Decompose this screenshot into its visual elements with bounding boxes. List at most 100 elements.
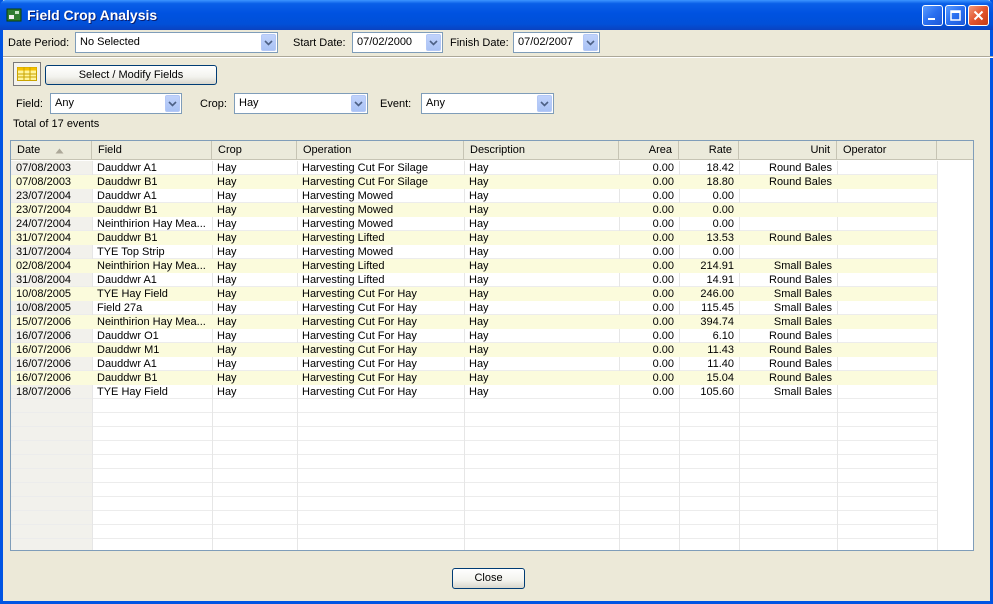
field-cell: TYE Hay Field (97, 288, 168, 300)
rate-cell: 11.43 (707, 344, 734, 356)
rate-cell: 0.00 (712, 204, 734, 216)
crop-filter-select[interactable]: Hay (234, 93, 368, 114)
chevron-down-icon[interactable] (351, 95, 366, 112)
column-header-crop[interactable]: Crop (212, 141, 297, 160)
date-cell: 31/07/2004 (16, 246, 72, 258)
unit-cell: Round Bales (769, 358, 832, 370)
column-header-operator[interactable]: Operator (837, 141, 937, 160)
unit-cell: Round Bales (769, 330, 832, 342)
column-header-unit[interactable]: Unit (739, 141, 837, 160)
area-cell: 0.00 (652, 372, 674, 384)
area-cell: 0.00 (652, 316, 674, 328)
table-body: 07/08/2003 Dauddwr A1 Hay Harvesting Cut Fo… (11, 161, 973, 550)
crop-cell: Hay (217, 260, 237, 272)
column-header-rate[interactable]: Rate (679, 141, 739, 160)
field-cell: Dauddwr O1 (97, 330, 159, 342)
close-window-button[interactable] (968, 5, 989, 26)
table-row[interactable]: 10/08/2005 Field 27a Hay Harvesting Cut For… (11, 301, 937, 315)
table-row[interactable]: 15/07/2006 Neinthirion Hay Mea... Hay Harve… (11, 315, 937, 329)
unit-cell (739, 217, 837, 231)
chevron-down-icon[interactable] (537, 95, 552, 112)
table-row[interactable]: 18/07/2006 TYE Hay Field Hay Harvesting Cut… (11, 385, 937, 399)
crop-cell: Hay (217, 330, 237, 342)
chevron-down-icon[interactable] (583, 34, 598, 51)
table-row[interactable]: 31/08/2004 Dauddwr A1 Hay Harvesting Lifted… (11, 273, 937, 287)
description-cell: Hay (469, 162, 489, 174)
event-filter-select[interactable]: Any (421, 93, 554, 114)
date-cell: 07/08/2003 (16, 162, 72, 174)
table-row[interactable]: 07/08/2003 Dauddwr B1 Hay Harvesting Cut Fo… (11, 175, 937, 189)
sort-ascending-icon (55, 148, 64, 154)
field-cell: Dauddwr M1 (97, 344, 160, 356)
maximize-button[interactable] (945, 5, 966, 26)
crop-cell: Hay (217, 190, 237, 202)
table-row[interactable]: 16/07/2006 Dauddwr B1 Hay Harvesting Cut Fo… (11, 371, 937, 385)
column-header-description[interactable]: Description (464, 141, 619, 160)
area-cell: 0.00 (652, 246, 674, 258)
table-row[interactable]: 16/07/2006 Dauddwr O1 Hay Harvesting Cut Fo… (11, 329, 937, 343)
total-events-text: Total of 17 events (13, 118, 100, 130)
table-row[interactable]: 07/08/2003 Dauddwr A1 Hay Harvesting Cut Fo… (11, 161, 937, 175)
rate-cell: 0.00 (712, 246, 734, 258)
date-cell: 24/07/2004 (16, 218, 72, 230)
table-row[interactable]: 10/08/2005 TYE Hay Field Hay Harvesting Cut… (11, 287, 937, 301)
rate-cell: 13.53 (706, 232, 734, 244)
field-cell: Dauddwr A1 (97, 190, 157, 202)
close-button[interactable]: Close (452, 568, 525, 589)
date-cell: 16/07/2006 (16, 372, 72, 384)
operator-cell (837, 273, 937, 287)
app-icon (6, 7, 22, 23)
description-cell: Hay (469, 190, 489, 202)
chevron-down-icon[interactable] (426, 34, 441, 51)
field-filter-label: Field: (16, 98, 43, 110)
app-window: Field Crop Analysis Date Period: No Sele… (0, 0, 993, 604)
description-cell: Hay (469, 330, 489, 342)
grid-view-button[interactable] (13, 62, 41, 86)
crop-cell: Hay (217, 386, 237, 398)
unit-cell (739, 189, 837, 203)
operation-cell: Harvesting Cut For Hay (302, 330, 417, 342)
column-header-operation[interactable]: Operation (297, 141, 464, 160)
chevron-down-icon[interactable] (165, 95, 180, 112)
close-icon (973, 10, 984, 21)
table-row[interactable]: 16/07/2006 Dauddwr M1 Hay Harvesting Cut Fo… (11, 343, 937, 357)
table-row[interactable]: 31/07/2004 Dauddwr B1 Hay Harvesting Lifted… (11, 231, 937, 245)
date-period-select[interactable]: No Selected (75, 32, 278, 53)
crop-cell: Hay (217, 274, 237, 286)
table-row[interactable]: 23/07/2004 Dauddwr A1 Hay Harvesting Mowed H… (11, 189, 937, 203)
column-header-field[interactable]: Field (92, 141, 212, 160)
field-cell: TYE Hay Field (97, 386, 168, 398)
finish-date-label: Finish Date: (450, 37, 509, 49)
crop-cell: Hay (217, 218, 237, 230)
unit-cell: Small Bales (773, 302, 832, 314)
table-row[interactable]: 16/07/2006 Dauddwr A1 Hay Harvesting Cut Fo… (11, 357, 937, 371)
column-header-date[interactable]: Date (11, 141, 92, 160)
finish-date-picker[interactable]: 07/02/2007 (513, 32, 600, 53)
table-row[interactable]: 02/08/2004 Neinthirion Hay Mea... Hay Harve… (11, 259, 937, 273)
field-cell: Dauddwr B1 (97, 372, 158, 384)
crop-filter-label: Crop: (200, 98, 227, 110)
operation-cell: Harvesting Cut For Hay (302, 372, 417, 384)
operator-cell (837, 371, 937, 385)
field-filter-select[interactable]: Any (50, 93, 182, 114)
table-row[interactable]: 31/07/2004 TYE Top Strip Hay Harvesting Mow… (11, 245, 937, 259)
operation-cell: Harvesting Lifted (302, 260, 385, 272)
start-date-label: Start Date: (293, 37, 346, 49)
rate-cell: 394.74 (700, 316, 734, 328)
table-row[interactable]: 24/07/2004 Neinthirion Hay Mea... Hay Harve… (11, 217, 937, 231)
table-row[interactable]: 23/07/2004 Dauddwr B1 Hay Harvesting Mowed H… (11, 203, 937, 217)
unit-cell (739, 203, 837, 217)
chevron-down-icon[interactable] (261, 34, 276, 51)
start-date-picker[interactable]: 07/02/2000 (352, 32, 443, 53)
grid-line (11, 538, 937, 539)
unit-cell: Round Bales (769, 372, 832, 384)
crop-cell: Hay (217, 288, 237, 300)
events-table[interactable]: Date Field Crop Operation Description Ar… (10, 140, 974, 551)
minimize-button[interactable] (922, 5, 943, 26)
date-cell: 18/07/2006 (16, 386, 72, 398)
event-filter-value: Any (426, 97, 445, 109)
area-cell: 0.00 (652, 358, 674, 370)
select-modify-fields-button[interactable]: Select / Modify Fields (45, 65, 217, 85)
column-header-area[interactable]: Area (619, 141, 679, 160)
title-bar[interactable]: Field Crop Analysis (0, 0, 993, 30)
